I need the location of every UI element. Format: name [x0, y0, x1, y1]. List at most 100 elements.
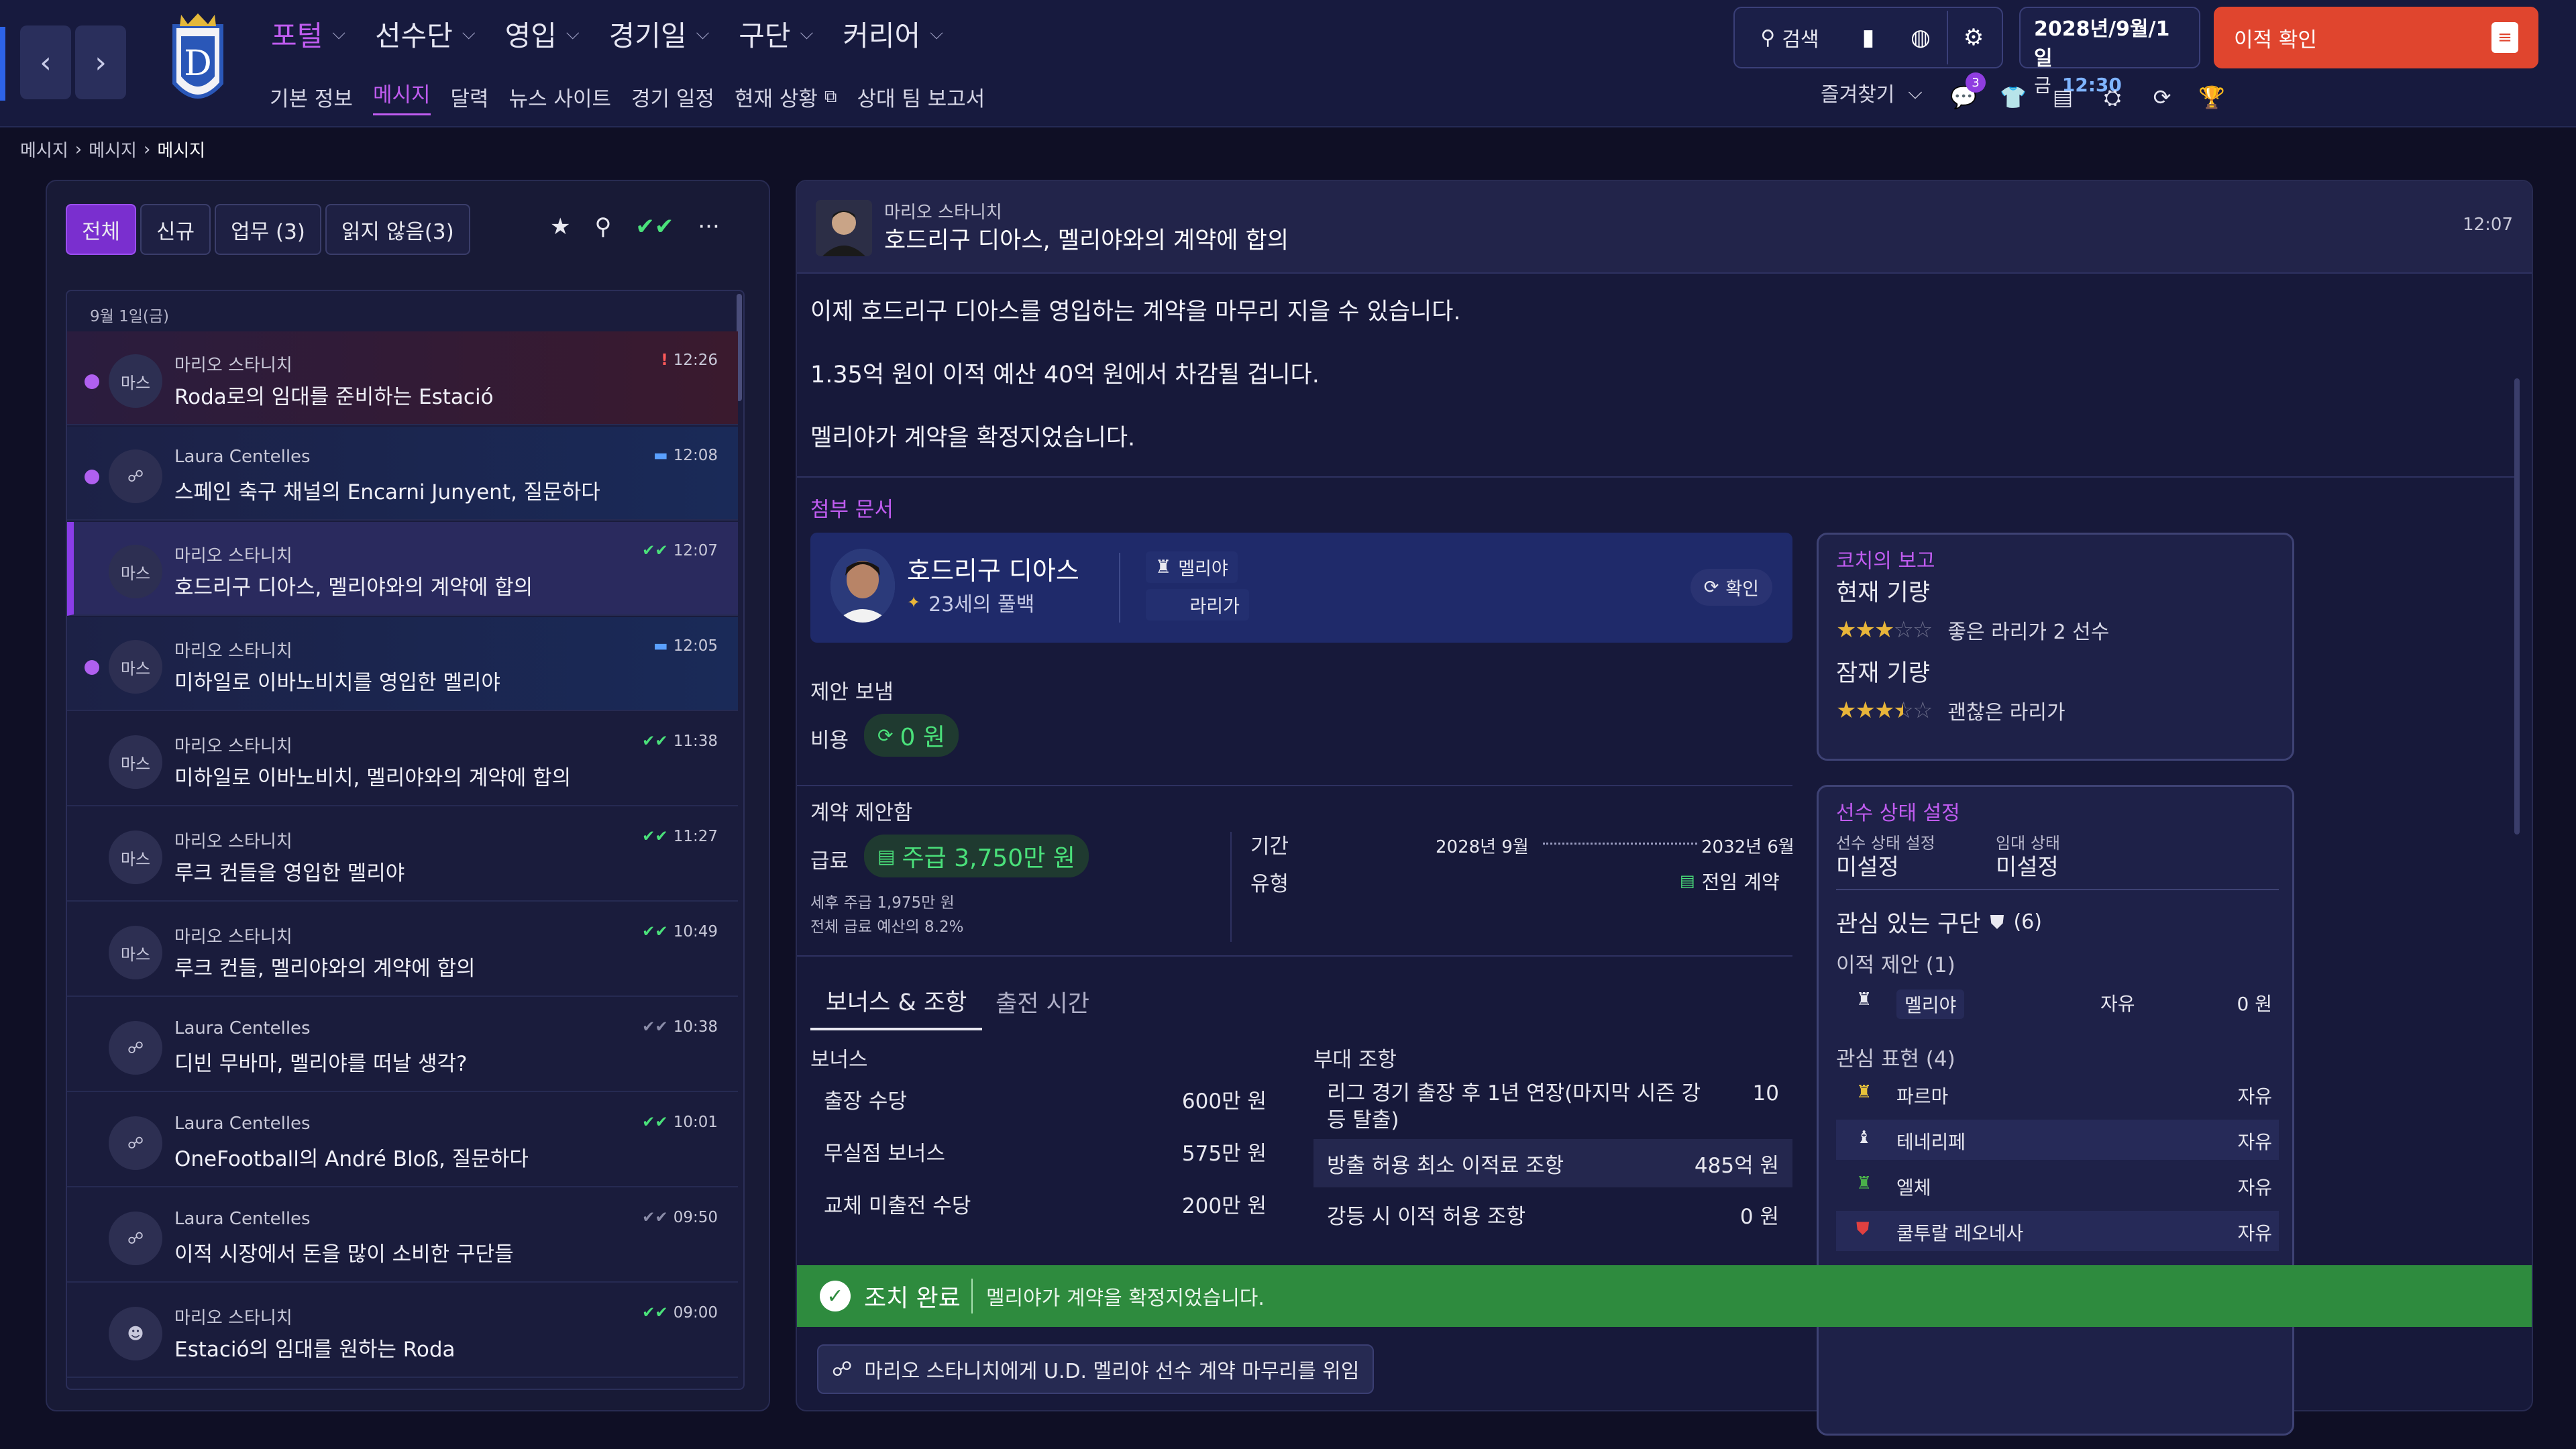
list-item[interactable]: ☍ Laura Centelles 스페인 축구 채널의 Encarni Jun… — [67, 427, 738, 521]
divider — [1230, 832, 1232, 942]
message-time: 12:08 — [673, 447, 718, 464]
player-club-chip[interactable]: ♜ 멜리야 — [1146, 551, 1238, 583]
menu-portal[interactable]: 포털 ⌵ — [271, 13, 345, 54]
refresh-icon[interactable]: ⟳ — [2144, 79, 2180, 115]
search-icon[interactable]: ⚲ — [594, 213, 611, 240]
submenu-messages[interactable]: 메시지 — [372, 78, 431, 115]
message-sender: Laura Centelles — [174, 1209, 311, 1229]
delegate-label: 마리오 스타니치에게 U.D. 멜리야 선수 계약 마무리를 위임 — [864, 1360, 1360, 1383]
shirt-icon[interactable]: 👕 — [1995, 79, 2031, 115]
forward-button[interactable]: › — [75, 25, 126, 99]
submenu-opposition-report[interactable]: 상대 팀 보고서 — [857, 82, 985, 112]
loan-status-value[interactable]: 미설정 — [1996, 849, 2059, 881]
tab-playing-time[interactable]: 출전 시간 — [996, 973, 1089, 1030]
club-name: 테네리페 — [1896, 1131, 1966, 1153]
club-crest-logo[interactable]: D — [161, 9, 235, 117]
submenu-calendar[interactable]: 달력 — [451, 82, 489, 112]
chat-icon[interactable]: 💬 3 — [1945, 72, 1986, 115]
table-row[interactable]: ♜ 멜리야 자유 0 원 — [1836, 981, 2279, 1020]
check-circle-icon: ✓ — [820, 1281, 851, 1311]
type-label: 유형 — [1250, 872, 1289, 896]
accent-strip — [0, 27, 5, 101]
list-item[interactable]: 마스 마리오 스타니치 루크 컨들, 멜리야와의 계약에 합의 ✔✔ 10:49 — [67, 903, 738, 997]
list-item[interactable]: ☍ Laura Centelles 이적 시장에서 돈을 많이 소비한 구단들 … — [67, 1189, 738, 1283]
period-start: 2028년 9월 — [1436, 837, 1529, 857]
more-icon[interactable]: ··· — [698, 213, 719, 240]
list-item[interactable]: 마스 마리오 스타니치 미하일로 이바노비치, 멜리야와의 계약에 합의 ✔✔ 1… — [67, 712, 738, 806]
list-item[interactable]: ☍ Laura Centelles OneFootball의 André Blo… — [67, 1093, 738, 1187]
submenu-status[interactable]: 현재 상황 ⧉ — [735, 82, 837, 112]
message-time: 11:27 — [673, 828, 718, 845]
scout-icon[interactable]: ⛭ — [2094, 79, 2131, 115]
filter-tasks[interactable]: 업무 (3) — [215, 204, 321, 255]
avatar: 마스 — [109, 830, 162, 884]
action-done-bar: ✓ 조치 완료 멜리야가 계약을 확정지었습니다. — [797, 1265, 2532, 1327]
bonus-label: 교체 미출전 수당 — [824, 1193, 971, 1218]
filter-all[interactable]: 전체 — [66, 204, 137, 255]
submenu-news[interactable]: 뉴스 사이트 — [509, 82, 611, 112]
message-time: 10:38 — [673, 1018, 718, 1036]
gear-icon[interactable]: ⚙ — [1946, 11, 1999, 64]
player-card[interactable]: 호드리구 디아스 ✦ 23세의 풀백 ♜ 멜리야 라리가 ⟳ 확인 — [810, 533, 1792, 643]
favorites-dropdown[interactable]: 즐겨찾기 ⌵ — [1821, 78, 1923, 107]
star-icon[interactable]: ★ — [550, 213, 570, 240]
player-league[interactable]: 라리가 — [1146, 589, 1249, 621]
list-item-selected[interactable]: 마스 마리오 스타니치 호드리구 디아스, 멜리야와의 계약에 합의 ✔✔ 12:… — [67, 522, 738, 616]
fee-value-pill: ⟳ 0 원 — [864, 714, 959, 757]
shield-icon: ⛊ — [1990, 910, 2004, 933]
detail-time: 12:07 — [2463, 215, 2513, 235]
submenu-fixtures[interactable]: 경기 일정 — [631, 82, 714, 112]
mark-read-icon[interactable]: ✔✔ — [635, 213, 674, 240]
list-item[interactable]: 마스 마리오 스타니치 미하일로 이바노비치를 영입한 멜리야 ▬ 12:05 — [67, 617, 738, 711]
chevron-down-icon: ⌵ — [1908, 81, 1923, 103]
list-item[interactable]: 마스 마리오 스타니치 루크 컨들을 영입한 멜리야 ✔✔ 11:27 — [67, 808, 738, 902]
unread-dot — [85, 374, 99, 389]
chat-icon: ▬ — [653, 447, 668, 464]
filter-unread[interactable]: 읽지 않음(3) — [325, 204, 470, 255]
table-row[interactable]: ♜ 파르마 자유 — [1836, 1074, 2279, 1114]
scrollbar[interactable] — [2514, 378, 2520, 835]
menu-squad[interactable]: 선수단 ⌵ — [375, 13, 476, 54]
list-item[interactable]: ☍ Laura Centelles 디빈 무바마, 멜리야를 떠날 생각? ✔✔… — [67, 998, 738, 1092]
tab-bonuses-clauses[interactable]: 보너스 & 조항 — [810, 973, 982, 1030]
message-time: 12:26 — [673, 352, 718, 369]
back-button[interactable]: ‹ — [20, 25, 71, 99]
globe-icon[interactable]: ◍ — [1894, 11, 1947, 64]
search-button[interactable]: ⚲ 검색 — [1737, 23, 1842, 52]
table-row[interactable]: ♝ 테네리페 자유 — [1836, 1120, 2279, 1160]
submenu-overview[interactable]: 기본 정보 — [270, 82, 353, 112]
menu-label: 포털 — [271, 19, 323, 52]
breadcrumb: 메시지 › 메시지 › 메시지 — [20, 137, 205, 162]
confirm-button[interactable]: ⟳ 확인 — [1690, 569, 1772, 606]
breadcrumb-item[interactable]: 메시지 — [20, 137, 68, 162]
table-row[interactable]: ⛊ 쿨투랄 레오네사 자유 — [1836, 1211, 2279, 1251]
menu-career[interactable]: 커리어 ⌵ — [843, 13, 943, 54]
table-row[interactable]: ♜ 엘체 자유 — [1836, 1165, 2279, 1205]
transfer-confirm-button[interactable]: 이적 확인 ≡ — [2214, 7, 2538, 68]
bonus-value: 200만 원 — [1181, 1193, 1267, 1218]
status-value[interactable]: 미설정 — [1836, 849, 1899, 881]
avatar: ☻ — [109, 1307, 162, 1360]
menu-matchday[interactable]: 경기일 ⌵ — [609, 13, 710, 54]
date-display[interactable]: 2028년/9월/1일 금 12:30 — [2019, 7, 2200, 97]
player-desc-row: ✦ 23세의 풀백 — [907, 588, 1034, 617]
avatar: ☍ — [109, 1021, 162, 1075]
list-item[interactable]: 마스 마리오 스타니치 Roda로의 임대를 준비하는 Estació ! 12:… — [67, 331, 738, 425]
chevron-down-icon: ⌵ — [566, 23, 580, 44]
trophy-icon[interactable]: 🏆 — [2194, 79, 2230, 115]
wage-note: 세후 주급 1,975만 원 — [810, 894, 955, 912]
list-item[interactable]: ☻ 마리오 스타니치 Estació의 임대를 원하는 Roda ✔✔ 09:00 — [67, 1284, 738, 1378]
alert-icon: ! — [661, 352, 668, 369]
filter-new[interactable]: 신규 — [140, 204, 211, 255]
menu-club[interactable]: 구단 ⌵ — [739, 13, 813, 54]
bookmark-icon[interactable]: ▮ — [1842, 11, 1894, 64]
transfer-confirm-label: 이적 확인 — [2234, 28, 2317, 52]
menu-recruitment[interactable]: 영입 ⌵ — [505, 13, 580, 54]
breadcrumb-item[interactable]: 메시지 — [89, 137, 137, 162]
group-icon: ☻ — [127, 1324, 144, 1343]
table-row: 무실점 보너스 575만 원 — [810, 1126, 1280, 1177]
contract-icon[interactable]: ▤ — [2045, 79, 2081, 115]
delegate-button[interactable]: ☍ 마리오 스타니치에게 U.D. 멜리야 선수 계약 마무리를 위임 — [817, 1344, 1375, 1394]
current-ability-text: 좋은 라리가 2 선수 — [1947, 621, 2110, 644]
unread-dot — [85, 660, 99, 675]
